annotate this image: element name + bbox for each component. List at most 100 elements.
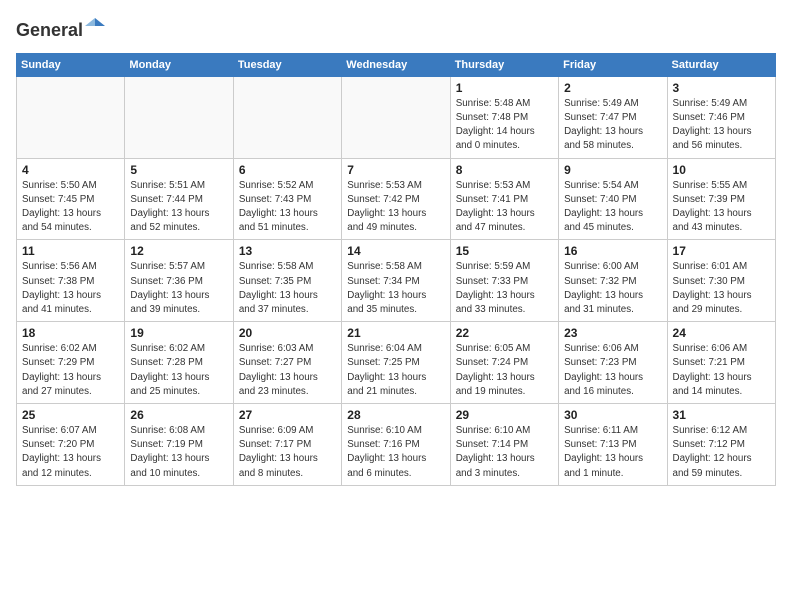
day-number: 31 bbox=[673, 408, 770, 422]
calendar-cell: 15 Sunrise: 5:59 AM Sunset: 7:33 PM Dayli… bbox=[450, 240, 558, 322]
weekday-header: Saturday bbox=[667, 53, 775, 76]
day-info: Sunrise: 6:02 AM Sunset: 7:28 PM Dayligh… bbox=[130, 342, 227, 399]
calendar-cell: 10 Sunrise: 5:55 AM Sunset: 7:39 PM Dayli… bbox=[667, 158, 775, 240]
calendar-cell: 19 Sunrise: 6:02 AM Sunset: 7:28 PM Dayli… bbox=[125, 322, 233, 404]
day-number: 22 bbox=[456, 326, 553, 340]
calendar-cell: 5Sunrise: 5:51 AM Sunset: 7:44 PM Daylig… bbox=[125, 158, 233, 240]
calendar-cell: 23 Sunrise: 6:06 AM Sunset: 7:23 PM Dayli… bbox=[559, 322, 667, 404]
calendar-table: SundayMondayTuesdayWednesdayThursdayFrid… bbox=[16, 53, 776, 486]
calendar-cell: 4 Sunrise: 5:50 AM Sunset: 7:45 PM Daylig… bbox=[17, 158, 125, 240]
calendar-cell: 25 Sunrise: 6:07 AM Sunset: 7:20 PM Dayli… bbox=[17, 404, 125, 486]
day-info: Sunrise: 6:10 AM Sunset: 7:16 PM Dayligh… bbox=[347, 424, 444, 481]
calendar-cell: 2Sunrise: 5:49 AM Sunset: 7:47 PM Daylig… bbox=[559, 76, 667, 158]
calendar-cell: 9 Sunrise: 5:54 AM Sunset: 7:40 PM Daylig… bbox=[559, 158, 667, 240]
day-info: Sunrise: 5:48 AM Sunset: 7:48 PM Dayligh… bbox=[456, 97, 553, 154]
day-number: 10 bbox=[673, 163, 770, 177]
calendar-cell: 1 Sunrise: 5:48 AM Sunset: 7:48 PM Daylig… bbox=[450, 76, 558, 158]
calendar-cell: 7 Sunrise: 5:53 AM Sunset: 7:42 PM Daylig… bbox=[342, 158, 450, 240]
day-info: Sunrise: 6:05 AM Sunset: 7:24 PM Dayligh… bbox=[456, 342, 553, 399]
day-number: 14 bbox=[347, 244, 444, 258]
calendar-cell: 14 Sunrise: 5:58 AM Sunset: 7:34 PM Dayli… bbox=[342, 240, 450, 322]
calendar-cell: 29Sunrise: 6:10 AM Sunset: 7:14 PM Dayli… bbox=[450, 404, 558, 486]
day-number: 6 bbox=[239, 163, 336, 177]
day-number: 17 bbox=[673, 244, 770, 258]
day-info: Sunrise: 6:11 AM Sunset: 7:13 PM Dayligh… bbox=[564, 424, 661, 481]
logo: General bbox=[16, 16, 105, 41]
day-info: Sunrise: 5:59 AM Sunset: 7:33 PM Dayligh… bbox=[456, 260, 553, 317]
day-number: 8 bbox=[456, 163, 553, 177]
day-info: Sunrise: 5:49 AM Sunset: 7:47 PM Dayligh… bbox=[564, 97, 661, 154]
day-number: 13 bbox=[239, 244, 336, 258]
day-info: Sunrise: 5:53 AM Sunset: 7:41 PM Dayligh… bbox=[456, 179, 553, 236]
calendar-cell bbox=[233, 76, 341, 158]
day-info: Sunrise: 6:04 AM Sunset: 7:25 PM Dayligh… bbox=[347, 342, 444, 399]
calendar-cell bbox=[17, 76, 125, 158]
day-info: Sunrise: 5:55 AM Sunset: 7:39 PM Dayligh… bbox=[673, 179, 770, 236]
day-number: 28 bbox=[347, 408, 444, 422]
calendar-cell: 20 Sunrise: 6:03 AM Sunset: 7:27 PM Dayli… bbox=[233, 322, 341, 404]
calendar-cell: 13Sunrise: 5:58 AM Sunset: 7:35 PM Dayli… bbox=[233, 240, 341, 322]
day-info: Sunrise: 6:02 AM Sunset: 7:29 PM Dayligh… bbox=[22, 342, 119, 399]
calendar-cell: 31 Sunrise: 6:12 AM Sunset: 7:12 PM Dayli… bbox=[667, 404, 775, 486]
day-number: 3 bbox=[673, 81, 770, 95]
calendar-cell: 30 Sunrise: 6:11 AM Sunset: 7:13 PM Dayli… bbox=[559, 404, 667, 486]
weekday-header: Monday bbox=[125, 53, 233, 76]
day-info: Sunrise: 6:08 AM Sunset: 7:19 PM Dayligh… bbox=[130, 424, 227, 481]
day-number: 9 bbox=[564, 163, 661, 177]
day-number: 20 bbox=[239, 326, 336, 340]
weekday-header-row: SundayMondayTuesdayWednesdayThursdayFrid… bbox=[17, 53, 776, 76]
day-info: Sunrise: 6:06 AM Sunset: 7:23 PM Dayligh… bbox=[564, 342, 661, 399]
calendar-cell: 22 Sunrise: 6:05 AM Sunset: 7:24 PM Dayli… bbox=[450, 322, 558, 404]
logo-general: General bbox=[16, 20, 83, 40]
calendar-cell bbox=[342, 76, 450, 158]
day-number: 18 bbox=[22, 326, 119, 340]
weekday-header: Sunday bbox=[17, 53, 125, 76]
logo-text: General bbox=[16, 16, 105, 41]
day-info: Sunrise: 6:06 AM Sunset: 7:21 PM Dayligh… bbox=[673, 342, 770, 399]
weekday-header: Thursday bbox=[450, 53, 558, 76]
calendar-week-row: 4 Sunrise: 5:50 AM Sunset: 7:45 PM Daylig… bbox=[17, 158, 776, 240]
day-info: Sunrise: 5:54 AM Sunset: 7:40 PM Dayligh… bbox=[564, 179, 661, 236]
weekday-header: Wednesday bbox=[342, 53, 450, 76]
calendar-week-row: 18 Sunrise: 6:02 AM Sunset: 7:29 PM Dayli… bbox=[17, 322, 776, 404]
calendar-cell: 28 Sunrise: 6:10 AM Sunset: 7:16 PM Dayli… bbox=[342, 404, 450, 486]
calendar-cell: 3Sunrise: 5:49 AM Sunset: 7:46 PM Daylig… bbox=[667, 76, 775, 158]
logo-bird-icon bbox=[85, 16, 105, 36]
day-info: Sunrise: 6:01 AM Sunset: 7:30 PM Dayligh… bbox=[673, 260, 770, 317]
calendar-cell: 11Sunrise: 5:56 AM Sunset: 7:38 PM Dayli… bbox=[17, 240, 125, 322]
day-number: 15 bbox=[456, 244, 553, 258]
calendar-week-row: 11Sunrise: 5:56 AM Sunset: 7:38 PM Dayli… bbox=[17, 240, 776, 322]
day-number: 7 bbox=[347, 163, 444, 177]
calendar-cell: 24Sunrise: 6:06 AM Sunset: 7:21 PM Dayli… bbox=[667, 322, 775, 404]
day-number: 16 bbox=[564, 244, 661, 258]
day-info: Sunrise: 6:09 AM Sunset: 7:17 PM Dayligh… bbox=[239, 424, 336, 481]
day-info: Sunrise: 6:00 AM Sunset: 7:32 PM Dayligh… bbox=[564, 260, 661, 317]
day-info: Sunrise: 6:10 AM Sunset: 7:14 PM Dayligh… bbox=[456, 424, 553, 481]
day-info: Sunrise: 6:03 AM Sunset: 7:27 PM Dayligh… bbox=[239, 342, 336, 399]
calendar-cell: 27Sunrise: 6:09 AM Sunset: 7:17 PM Dayli… bbox=[233, 404, 341, 486]
day-number: 5 bbox=[130, 163, 227, 177]
calendar-cell: 6 Sunrise: 5:52 AM Sunset: 7:43 PM Daylig… bbox=[233, 158, 341, 240]
calendar-cell: 12 Sunrise: 5:57 AM Sunset: 7:36 PM Dayli… bbox=[125, 240, 233, 322]
day-number: 26 bbox=[130, 408, 227, 422]
calendar-week-row: 1 Sunrise: 5:48 AM Sunset: 7:48 PM Daylig… bbox=[17, 76, 776, 158]
calendar-week-row: 25 Sunrise: 6:07 AM Sunset: 7:20 PM Dayli… bbox=[17, 404, 776, 486]
day-number: 1 bbox=[456, 81, 553, 95]
day-number: 4 bbox=[22, 163, 119, 177]
day-number: 23 bbox=[564, 326, 661, 340]
calendar-cell: 17 Sunrise: 6:01 AM Sunset: 7:30 PM Dayli… bbox=[667, 240, 775, 322]
day-info: Sunrise: 5:58 AM Sunset: 7:34 PM Dayligh… bbox=[347, 260, 444, 317]
day-number: 30 bbox=[564, 408, 661, 422]
day-info: Sunrise: 6:07 AM Sunset: 7:20 PM Dayligh… bbox=[22, 424, 119, 481]
calendar-cell: 21 Sunrise: 6:04 AM Sunset: 7:25 PM Dayli… bbox=[342, 322, 450, 404]
day-info: Sunrise: 5:53 AM Sunset: 7:42 PM Dayligh… bbox=[347, 179, 444, 236]
day-info: Sunrise: 5:52 AM Sunset: 7:43 PM Dayligh… bbox=[239, 179, 336, 236]
day-number: 19 bbox=[130, 326, 227, 340]
day-number: 12 bbox=[130, 244, 227, 258]
day-info: Sunrise: 5:50 AM Sunset: 7:45 PM Dayligh… bbox=[22, 179, 119, 236]
day-info: Sunrise: 6:12 AM Sunset: 7:12 PM Dayligh… bbox=[673, 424, 770, 481]
day-info: Sunrise: 5:57 AM Sunset: 7:36 PM Dayligh… bbox=[130, 260, 227, 317]
day-number: 21 bbox=[347, 326, 444, 340]
day-number: 11 bbox=[22, 244, 119, 258]
day-number: 25 bbox=[22, 408, 119, 422]
